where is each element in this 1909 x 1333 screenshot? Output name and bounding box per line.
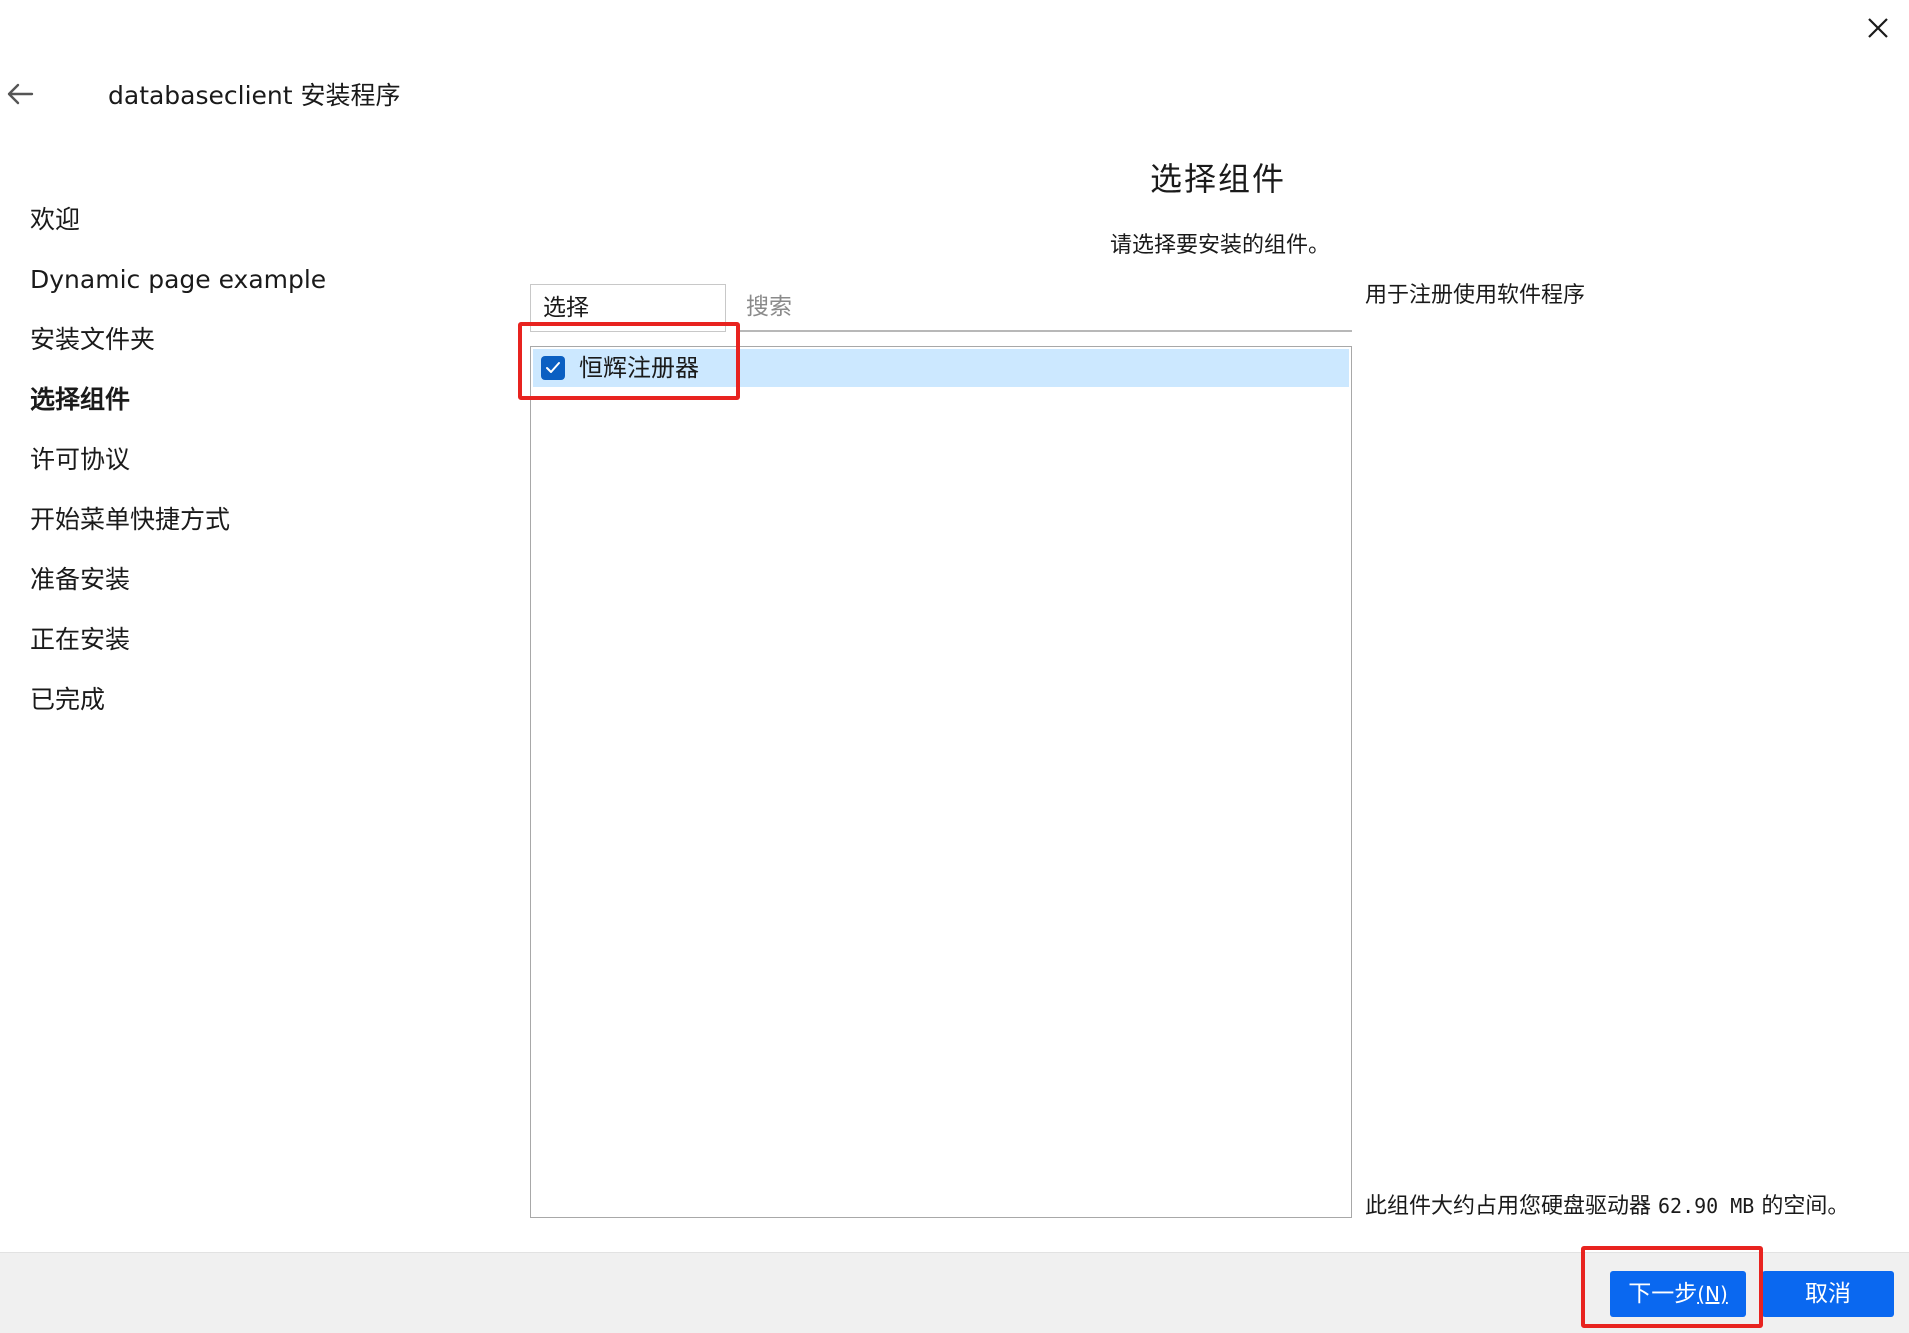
step-install-folder: 安装文件夹 (30, 325, 156, 354)
disk-space-info: 此组件大约占用您硬盘驱动器 62.90 MB 的空间。 (1365, 1188, 1849, 1225)
select-column-header[interactable]: 选择 (530, 284, 726, 332)
step-license: 许可协议 (30, 445, 131, 474)
component-checkbox[interactable] (541, 356, 565, 380)
step-welcome: 欢迎 (30, 205, 81, 234)
component-description: 用于注册使用软件程序 (1365, 283, 1586, 308)
step-finished: 已完成 (30, 685, 106, 714)
page-title: 选择组件 (1149, 160, 1286, 198)
next-button-label: 下一步 (1628, 1281, 1698, 1307)
checkmark-icon (546, 362, 560, 373)
step-installing: 正在安装 (30, 625, 131, 654)
arrow-left-icon (7, 83, 34, 105)
space-suffix: 的空间。 (1761, 1194, 1850, 1219)
space-prefix: 此组件大约占用您硬盘驱动器 (1365, 1194, 1652, 1219)
back-button[interactable] (2, 76, 38, 112)
page-subtitle: 请选择要安装的组件。 (1109, 233, 1330, 258)
step-start-menu: 开始菜单快捷方式 (30, 505, 231, 534)
search-input[interactable] (740, 284, 1352, 332)
step-ready: 准备安装 (30, 565, 131, 594)
space-value: 62.90 MB (1658, 1194, 1755, 1218)
step-dynamic-page: Dynamic page example (30, 265, 327, 294)
close-icon (1868, 18, 1888, 38)
component-item-hengui-registrar[interactable]: 恒辉注册器 (533, 349, 1349, 387)
component-list: 恒辉注册器 (530, 346, 1352, 1218)
window-title: databaseclient 安装程序 (108, 81, 401, 110)
component-label: 恒辉注册器 (579, 354, 699, 382)
step-select-components: 选择组件 (30, 385, 131, 414)
steps-nav: 欢迎 Dynamic page example 安装文件夹 选择组件 许可协议 … (30, 196, 326, 736)
next-button-accelerator: (N) (1697, 1282, 1728, 1306)
installer-window: databaseclient 安装程序 欢迎 Dynamic page exam… (0, 0, 1909, 1333)
close-button[interactable] (1858, 8, 1898, 48)
cancel-button[interactable]: 取消 (1762, 1271, 1894, 1317)
next-button[interactable]: 下一步(N) (1610, 1271, 1746, 1317)
